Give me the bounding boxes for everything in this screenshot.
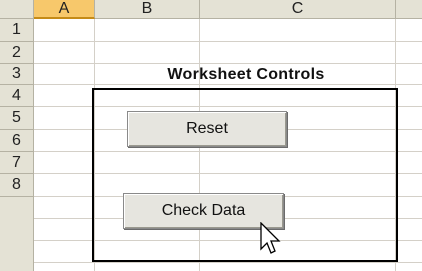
column-header-a[interactable]: A [34, 0, 95, 19]
row-header-next[interactable] [0, 197, 34, 271]
row-header-1[interactable]: 1 [0, 19, 34, 42]
reset-button[interactable]: Reset [127, 111, 287, 147]
row-header-6[interactable]: 6 [0, 130, 34, 152]
row-header-5[interactable]: 5 [0, 107, 34, 130]
column-header-c[interactable]: C [200, 0, 396, 19]
column-header-next[interactable] [396, 0, 422, 19]
worksheet: A B C 1 2 3 4 5 6 7 8 Worksheet Controls… [0, 0, 422, 271]
worksheet-controls-title: Worksheet Controls [167, 66, 325, 83]
mouse-pointer-icon [260, 222, 281, 254]
row-header-2[interactable]: 2 [0, 42, 34, 64]
row-header-3[interactable]: 3 [0, 64, 34, 85]
column-header-b[interactable]: B [95, 0, 200, 19]
row-header-7[interactable]: 7 [0, 152, 34, 174]
row-header-8[interactable]: 8 [0, 174, 34, 197]
select-all-corner[interactable] [0, 0, 34, 19]
gridline-horizontal [34, 262, 422, 263]
row-header-4[interactable]: 4 [0, 85, 34, 107]
gridline-horizontal [34, 41, 422, 42]
